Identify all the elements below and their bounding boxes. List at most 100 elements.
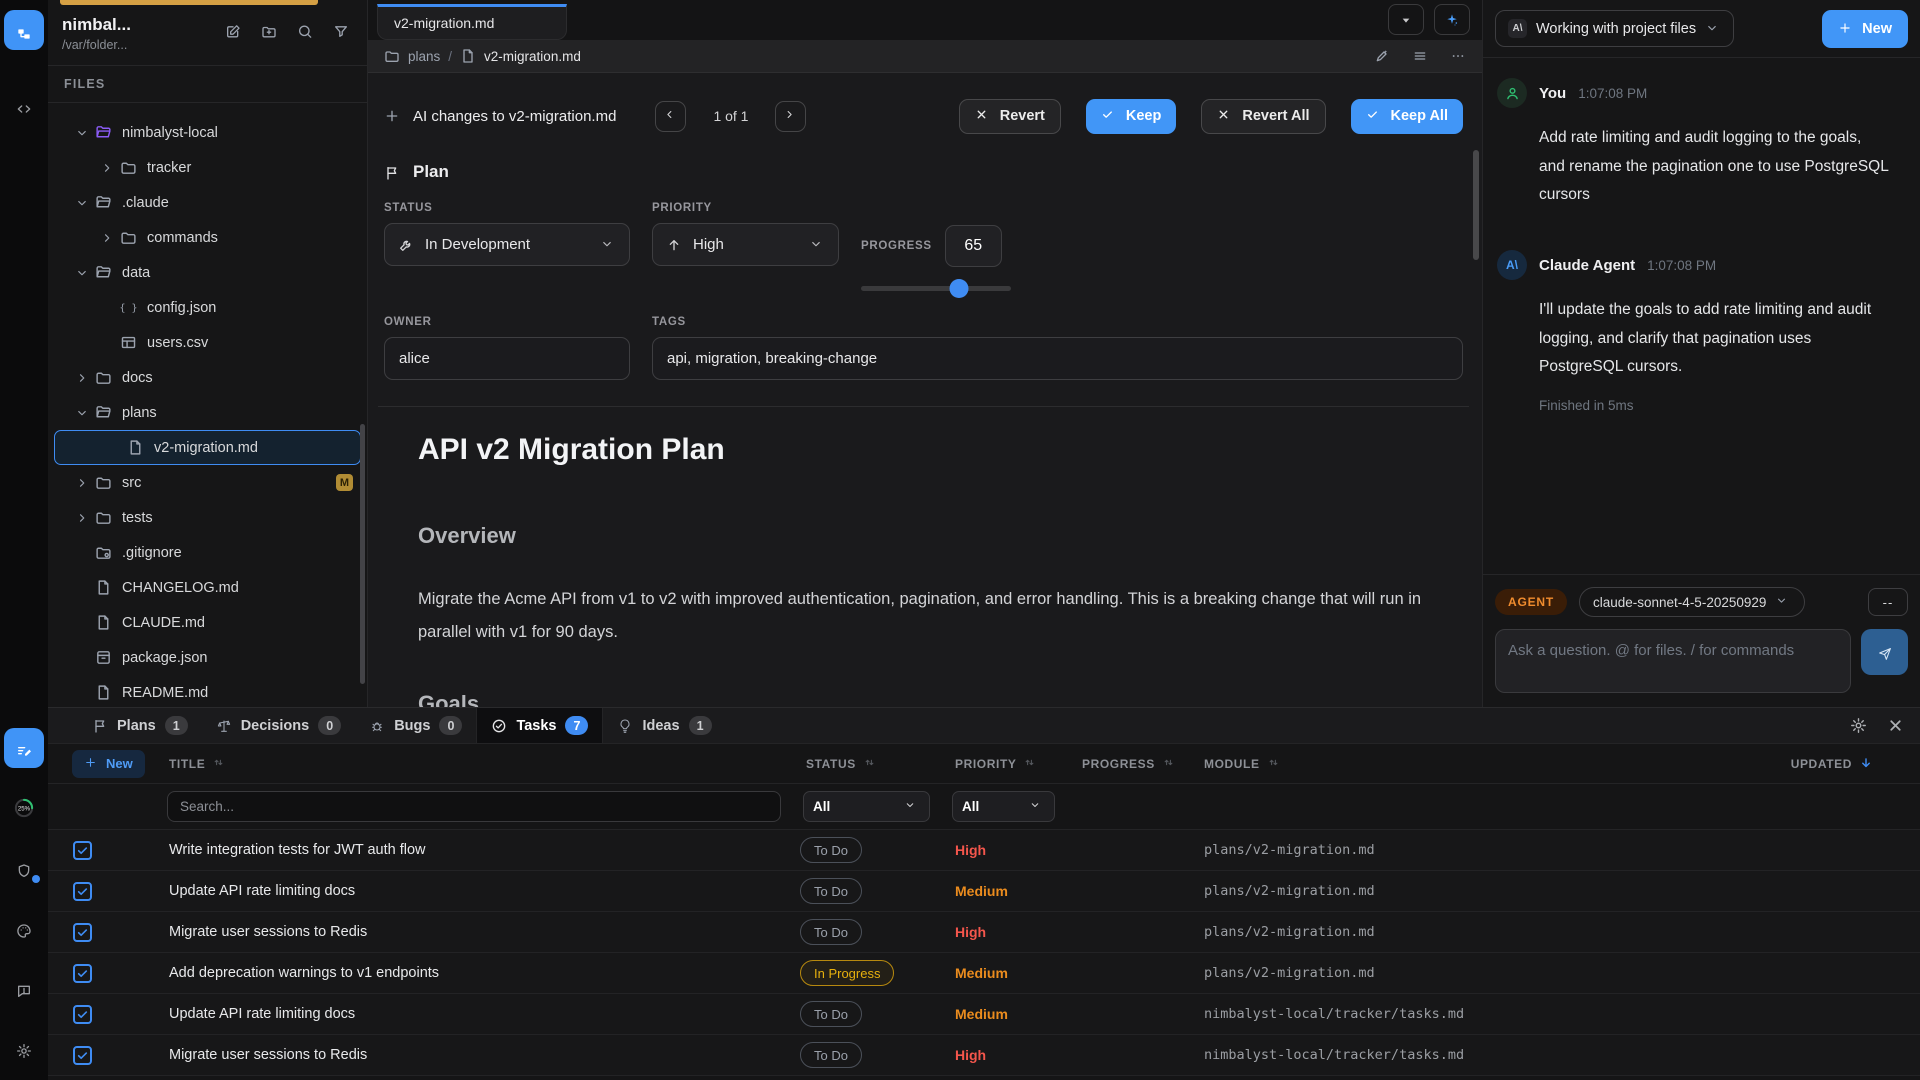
tab-decisions[interactable]: Decisions 0 [202,708,356,743]
column-module[interactable]: MODULE [1192,756,1750,772]
sidebar-scrollbar[interactable] [360,424,365,684]
app-logo-icon[interactable] [4,10,44,50]
task-search-input[interactable] [167,791,781,822]
tools-icon [398,237,414,253]
menu-icon[interactable] [1412,48,1428,64]
tree-item-label: tests [122,510,153,526]
column-title[interactable]: TITLE [163,756,800,772]
tree-item[interactable]: plans [48,395,367,430]
progress-value-box[interactable]: 65 [945,225,1002,267]
tree-item[interactable]: .gitignore [48,535,367,570]
ai-sparkles-button[interactable] [1434,4,1470,35]
breadcrumb-file[interactable]: v2-migration.md [484,49,581,64]
prev-change-button[interactable] [655,101,686,132]
editor-scrollbar[interactable] [1473,150,1479,260]
task-row[interactable]: Update API rate limiting docs To Do Medi… [48,994,1920,1035]
tree-item[interactable]: commands [48,220,367,255]
slider-thumb[interactable] [949,279,968,298]
tree-item[interactable]: README.md [48,675,367,707]
tab-list-dropdown-button[interactable] [1388,4,1424,35]
progress-ring-button[interactable]: 25% [4,788,44,828]
column-progress[interactable]: PROGRESS [1076,756,1192,772]
code-view-button[interactable] [4,86,44,126]
chevron-right-icon [75,476,95,490]
priority-filter-select[interactable]: All [952,791,1055,822]
tree-item[interactable]: CLAUDE.md [48,605,367,640]
revert-button[interactable]: Revert [959,99,1061,134]
revert-all-button[interactable]: Revert All [1201,99,1325,134]
new-file-button[interactable] [225,22,241,38]
tree-item[interactable]: tracker [48,150,367,185]
tree-item[interactable]: package.json [48,640,367,675]
breadcrumb-folder[interactable]: plans [408,49,440,64]
task-row[interactable]: Write integration tests for JWT auth flo… [48,830,1920,871]
chat-header: A\ Working with project files New [1483,0,1920,58]
tree-item[interactable]: docs [48,360,367,395]
feedback-button[interactable] [4,968,44,1008]
tree-item[interactable]: { } config.json [48,290,367,325]
task-checkbox[interactable] [73,923,92,942]
new-task-button[interactable]: New [72,750,145,778]
task-row[interactable]: Update API rate limiting docs To Do Medi… [48,871,1920,912]
chevron-down-icon [809,237,825,253]
task-row[interactable]: Migrate user sessions to Redis To Do Hig… [48,1035,1920,1076]
new-folder-button[interactable] [261,22,277,38]
keep-all-button[interactable]: Keep All [1351,99,1463,134]
ai-edit-icon[interactable] [1374,48,1390,64]
filter-files-button[interactable] [333,22,349,38]
status-filter-select[interactable]: All [803,791,930,822]
tracker-compose-button[interactable] [4,728,44,768]
context-dropdown[interactable]: A\ Working with project files [1495,10,1734,47]
message-timestamp: 1:07:08 PM [1647,258,1716,273]
agent-mode-badge[interactable]: AGENT [1495,589,1567,615]
search-files-button[interactable] [297,22,313,38]
column-updated[interactable]: UPDATED [1750,756,1920,772]
column-priority[interactable]: PRIORITY [949,756,1076,772]
column-status[interactable]: STATUS [800,756,949,772]
tree-item[interactable]: CHANGELOG.md [48,570,367,605]
owner-input[interactable] [384,337,630,380]
task-checkbox[interactable] [73,841,92,860]
task-checkbox[interactable] [73,1005,92,1024]
x-icon [975,108,991,124]
task-row[interactable]: Migrate user sessions to Redis To Do Hig… [48,912,1920,953]
tab-bugs[interactable]: Bugs 0 [355,708,476,743]
tree-item[interactable]: nimbalyst-local [48,115,367,150]
model-select[interactable]: claude-sonnet-4-5-20250929 [1579,587,1805,617]
task-checkbox[interactable] [73,1046,92,1065]
tab-plans[interactable]: Plans 1 [78,708,202,743]
security-button[interactable] [4,848,44,888]
progress-slider[interactable] [861,279,1011,298]
chat-input[interactable] [1495,629,1851,693]
tree-item[interactable]: data [48,255,367,290]
settings-button[interactable] [4,1028,44,1068]
tree-item[interactable]: users.csv [48,325,367,360]
tab-ideas[interactable]: Ideas 1 [603,708,725,743]
theme-button[interactable] [4,908,44,948]
task-checkbox[interactable] [73,964,92,983]
panel-close-icon[interactable] [1887,717,1904,734]
next-change-button[interactable] [775,101,806,132]
send-button[interactable] [1861,629,1908,675]
ai-changes-title: AI changes to v2-migration.md [413,108,616,125]
new-chat-button[interactable]: New [1822,10,1908,48]
keep-button[interactable]: Keep [1086,99,1176,134]
task-checkbox[interactable] [73,882,92,901]
tab-tasks[interactable]: Tasks 7 [476,708,603,743]
composer-overflow-button[interactable]: -- [1868,588,1908,616]
task-module: nimbalyst-local/tracker/tasks.md [1192,1006,1750,1022]
tree-item[interactable]: .claude [48,185,367,220]
task-module: plans/v2-migration.md [1192,924,1750,940]
panel-settings-icon[interactable] [1850,717,1867,734]
chevron-down-icon [75,126,95,140]
tree-item[interactable]: src M [48,465,367,500]
priority-select[interactable]: High [652,223,839,266]
gear-icon [16,1040,32,1056]
tree-item[interactable]: tests [48,500,367,535]
tree-item[interactable]: v2-migration.md [54,430,361,465]
more-options-icon[interactable] [1450,48,1466,64]
tab-v2-migration[interactable]: v2-migration.md [377,4,567,40]
tags-input[interactable] [652,337,1463,380]
task-row[interactable]: Add deprecation warnings to v1 endpoints… [48,953,1920,994]
status-select[interactable]: In Development [384,223,630,266]
